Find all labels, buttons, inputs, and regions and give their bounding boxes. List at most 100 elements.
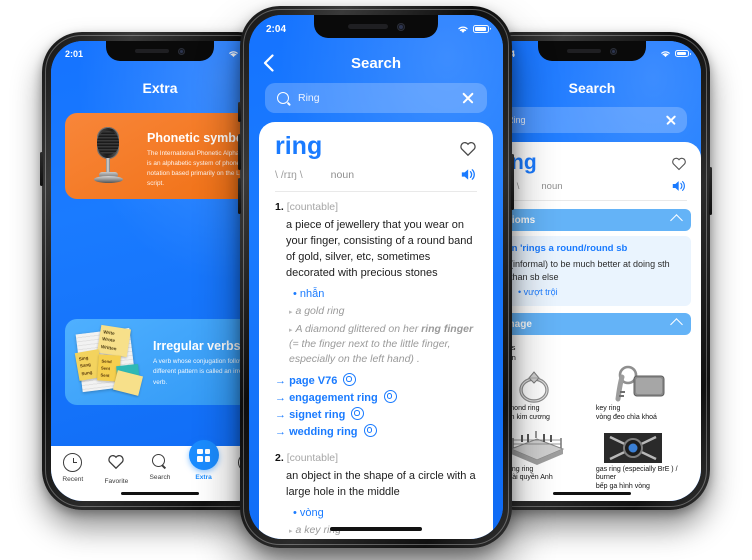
center-content-sheet: ring \ /rɪŋ \ noun 1. [countable] a piec…	[259, 122, 493, 539]
search-icon[interactable]	[351, 407, 365, 421]
sense-grammar: [countable]	[286, 201, 339, 213]
tab-label: Favorite	[104, 478, 129, 485]
sense-number: 1.	[275, 201, 284, 213]
idiom-translation: vượt trội	[523, 287, 558, 298]
crossref-row[interactable]: → signet ring	[275, 407, 477, 421]
tab-extra[interactable]: Extra	[182, 440, 226, 481]
center-phone-silent-switch[interactable]	[238, 102, 241, 122]
caption-en: gas ring (especially BrE ) / burner	[595, 465, 678, 482]
extra-card-title: Irregular verbs	[153, 339, 241, 353]
tab-search[interactable]: Search	[138, 453, 182, 481]
left-phone-notch	[106, 41, 214, 61]
extra-card-irregular-verbs[interactable]: Write Wrote Written Sing Sang Sung Send Sent S…	[65, 319, 269, 405]
crossref-row[interactable]: → engagement ring	[275, 390, 477, 404]
center-home-indicator[interactable]	[330, 527, 422, 531]
crossref-label[interactable]: engagement ring	[289, 392, 378, 404]
center-search-bar[interactable]: Ring	[265, 83, 487, 113]
translation-row: • vòng	[293, 507, 477, 519]
key-ring-image	[602, 364, 676, 404]
front-camera-icon	[396, 22, 405, 31]
triangle-bullet-icon: ▸	[289, 308, 293, 316]
image-item[interactable]: gas ring (especially BrE ) / burner bếp …	[596, 431, 689, 492]
center-word-header: ring	[275, 134, 477, 159]
close-icon[interactable]	[461, 91, 475, 105]
crossref-label[interactable]: wedding ring	[289, 426, 357, 438]
idiom-definition: (informal) to be much better at doing st…	[510, 259, 670, 283]
arrow-icon: →	[275, 392, 290, 405]
left-home-indicator[interactable]	[121, 491, 199, 495]
right-search-input[interactable]: Ring	[507, 115, 665, 125]
search-icon[interactable]	[363, 424, 377, 438]
center-phone-volume-down-button[interactable]	[238, 178, 241, 214]
heart-icon[interactable]	[671, 156, 687, 171]
speaker-icon[interactable]	[671, 179, 687, 193]
sticky-notes-image: Write Wrote Written Sing Sang Sung Send Sent S…	[74, 324, 149, 399]
example-tail: (= the finger next to the little finger,…	[289, 337, 451, 366]
chevron-up-icon	[670, 213, 683, 227]
right-content-sheet: ring \ rɪŋ \ noun	[483, 142, 701, 501]
right-phone-power-button[interactable]	[709, 167, 712, 215]
tab-label: Extra	[195, 474, 212, 481]
image-caption: gas ring (especially BrE ) / burner bếp …	[596, 466, 689, 492]
caption-vi: bếp ga hình vòng	[595, 483, 650, 491]
search-icon[interactable]	[343, 373, 357, 387]
sense-definition: an object in the shape of a circle with …	[286, 470, 476, 499]
tab-label: Recent	[62, 476, 84, 483]
sense-translation: nhẫn	[299, 287, 325, 300]
center-part-of-speech: noun	[330, 168, 355, 181]
center-phonetic: \ /rɪŋ \	[275, 168, 303, 181]
tab-favorite[interactable]: Favorite	[95, 453, 139, 485]
sense-translation: vòng	[299, 507, 324, 520]
right-phone-screen: 2:04 Search Ring	[483, 41, 701, 501]
left-nav-title: Extra	[142, 80, 178, 96]
triangle-bullet-icon: ▸	[289, 528, 293, 536]
wifi-icon	[661, 51, 670, 58]
earpiece-speaker	[347, 24, 388, 29]
center-search-input[interactable]: Ring	[298, 92, 461, 104]
right-home-indicator[interactable]	[553, 491, 631, 495]
right-nav-title: Search	[568, 80, 616, 96]
sense-item: 2. [countable] an object in the shape of…	[275, 452, 477, 539]
image-gallery-heading: rings nhẫn	[499, 343, 689, 362]
search-icon[interactable]	[383, 390, 397, 404]
sense-definition: a piece of jewellery that you wear on yo…	[286, 219, 473, 279]
center-phone-notch	[314, 15, 438, 38]
close-icon[interactable]	[665, 114, 677, 126]
image-item[interactable]: key ring vòng đeo chìa khoá	[596, 364, 689, 423]
crossref-label[interactable]: signet ring	[289, 409, 345, 421]
center-entry-word: ring	[275, 132, 323, 160]
arrow-icon: →	[275, 426, 290, 439]
right-part-of-speech: noun	[541, 180, 563, 192]
section-header-idioms[interactable]: Idioms	[493, 209, 691, 231]
example-text: A diamond glittered on her	[295, 322, 422, 335]
heart-icon[interactable]	[459, 140, 477, 157]
image-caption: key ring vòng đeo chìa khoá	[596, 405, 689, 423]
bullet-icon: •	[293, 507, 297, 520]
right-search-bar[interactable]: Ring	[497, 107, 687, 133]
crossref-row[interactable]: → wedding ring	[275, 424, 477, 438]
triangle-bullet-icon: ▸	[289, 326, 293, 334]
right-phone-notch	[538, 41, 646, 61]
crossref-label[interactable]: page V76	[289, 375, 337, 387]
search-icon	[151, 453, 168, 470]
example-bold: ring finger	[421, 322, 474, 335]
diamond-ring-image	[503, 364, 565, 404]
left-phone-volume-button[interactable]	[40, 152, 43, 186]
sense-grammar: [countable]	[286, 452, 339, 465]
center-phone-screen: 2:04 Search Ring ring \ /rɪŋ \ noun 1. […	[249, 15, 503, 539]
image-gallery: rings nhẫn	[493, 335, 691, 492]
sense-number: 2.	[275, 452, 284, 465]
tab-recent[interactable]: Recent	[51, 453, 95, 483]
crossref-list: → page V76 → engagement ring → signet ri…	[275, 373, 477, 438]
boxing-ring-image	[503, 430, 571, 465]
earpiece-speaker	[567, 49, 601, 53]
clock-icon	[63, 453, 83, 472]
right-word-header: ring	[497, 152, 687, 173]
sense-item: 1. [countable] a piece of jewellery that…	[275, 201, 477, 438]
center-phone-power-button[interactable]	[511, 154, 514, 210]
section-header-image[interactable]: Image	[493, 313, 691, 336]
bullet-icon: •	[293, 287, 297, 300]
speaker-icon[interactable]	[460, 167, 477, 182]
center-phone-volume-up-button[interactable]	[238, 134, 241, 170]
crossref-row[interactable]: → page V76	[275, 373, 477, 387]
